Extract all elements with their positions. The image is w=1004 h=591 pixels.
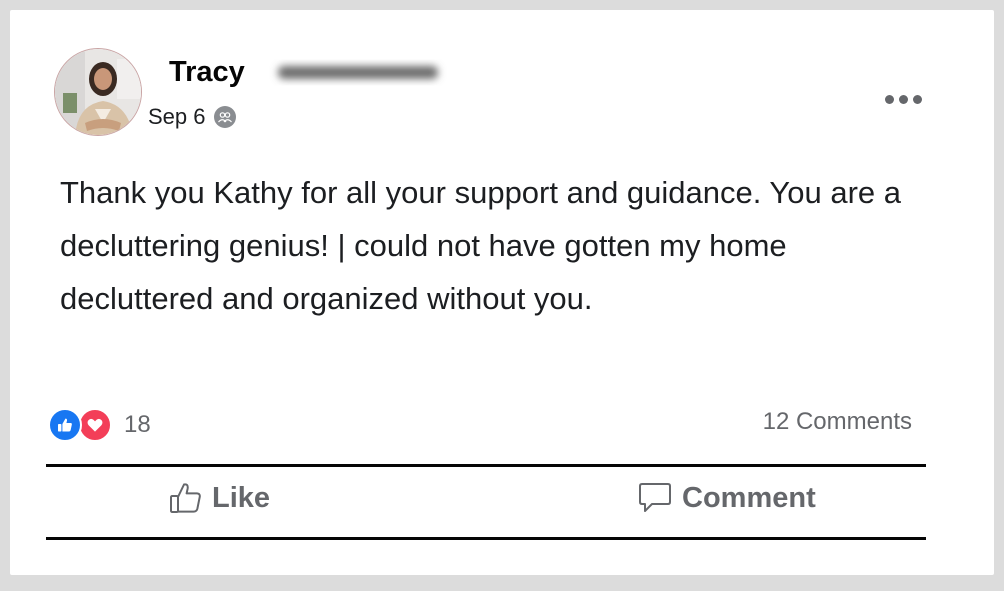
- like-button[interactable]: Like: [168, 480, 270, 516]
- like-reaction-icon: [48, 408, 82, 442]
- love-reaction-icon: [78, 408, 112, 442]
- author-name[interactable]: Tracy: [169, 54, 245, 90]
- redacted-surname: [268, 58, 448, 86]
- avatar[interactable]: [54, 48, 142, 136]
- comment-button-label: Comment: [682, 481, 816, 514]
- more-dots-icon: [898, 94, 908, 104]
- speech-bubble-icon: [639, 483, 671, 512]
- friends-icon[interactable]: [213, 106, 236, 128]
- more-options-button[interactable]: [876, 86, 930, 112]
- more-dots-icon: [884, 94, 894, 104]
- divider-bottom: [46, 537, 926, 540]
- more-dots-icon: [912, 94, 922, 104]
- post-body: Thank you Kathy for all your support and…: [60, 175, 902, 316]
- reaction-summary[interactable]: 18: [48, 408, 151, 442]
- divider-top: [46, 464, 926, 467]
- post-meta: Sep 6: [148, 104, 236, 130]
- comments-count-link[interactable]: 12 Comments: [763, 408, 912, 436]
- post-card: Tracy Sep 6 Thank you Kathy for all your…: [10, 10, 994, 575]
- comment-button[interactable]: Comment: [636, 480, 816, 516]
- reaction-count: 18: [124, 411, 151, 438]
- thumbs-up-icon: [170, 483, 201, 513]
- post-date[interactable]: Sep 6: [148, 104, 206, 130]
- like-button-label: Like: [212, 481, 271, 514]
